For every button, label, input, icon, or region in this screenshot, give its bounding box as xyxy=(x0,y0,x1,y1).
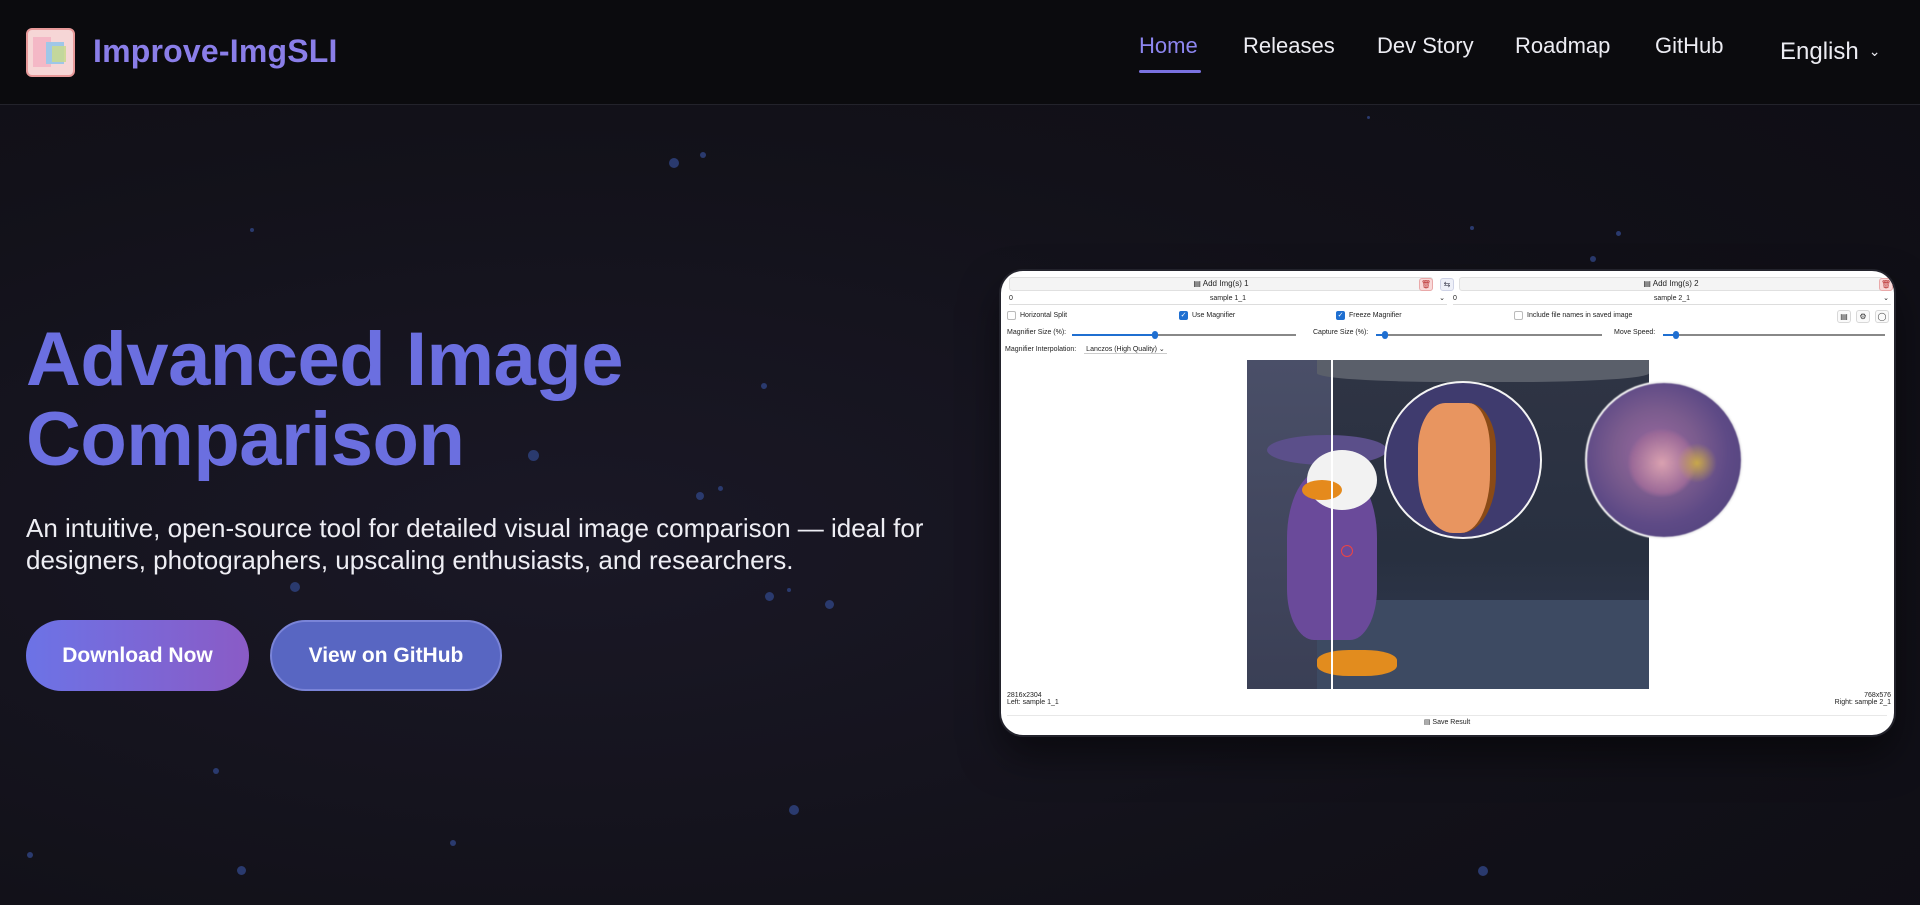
right-image-select[interactable]: 0 sample 2_1 ⌄ xyxy=(1453,294,1891,305)
image-load-row: ▤ Add Img(s) 1 🗑 ⇆ ▤ Add Img(s) 2 🗑 xyxy=(1009,277,1893,291)
move-speed-slider[interactable] xyxy=(1663,331,1885,339)
brand-name[interactable]: Improve-ImgSLI xyxy=(93,33,338,70)
checkbox-label: Use Magnifier xyxy=(1192,312,1236,319)
checkbox-checked: ✓ xyxy=(1179,311,1188,320)
slider-knob[interactable] xyxy=(1382,331,1388,339)
interpolation-value: Lanczos (High Quality) xyxy=(1086,346,1157,353)
hero-description: An intuitive, open-source tool for detai… xyxy=(26,513,924,575)
save-result-label: Save Result xyxy=(1432,719,1471,726)
right-resolution: 768x576 xyxy=(1864,692,1891,699)
view-github-button[interactable]: View on GitHub xyxy=(270,620,502,691)
checkbox-box xyxy=(1007,311,1016,320)
move-speed-label: Move Speed: xyxy=(1614,329,1656,336)
left-image-name: sample 1_1 xyxy=(1209,295,1247,302)
capture-marker[interactable] xyxy=(1341,545,1353,557)
logo-layer xyxy=(52,46,66,62)
download-button[interactable]: Download Now xyxy=(26,620,249,691)
nav-roadmap[interactable]: Roadmap xyxy=(1515,33,1610,59)
horizontal-split-checkbox[interactable]: Horizontal Split xyxy=(1007,311,1067,320)
app-logo[interactable] xyxy=(26,28,75,77)
trash-icon[interactable]: 🗑 xyxy=(1419,278,1433,291)
checkbox-label: Include file names in saved image xyxy=(1527,312,1633,319)
capture-size-slider[interactable] xyxy=(1376,331,1602,339)
hero-title-line2: Comparison xyxy=(26,397,465,482)
checkbox-box xyxy=(1514,311,1523,320)
language-select[interactable]: English ⌄ xyxy=(1780,38,1880,66)
left-image-select[interactable]: 0 sample 1_1 ⌄ xyxy=(1009,294,1447,305)
magnifier-size-label: Magnifier Size (%): xyxy=(1007,329,1067,336)
nav-active-indicator xyxy=(1139,70,1201,73)
add-images-2-label: Add Img(s) 2 xyxy=(1652,279,1699,288)
slider-fill xyxy=(1072,334,1154,336)
nav-home[interactable]: Home xyxy=(1139,33,1198,59)
site-header: Improve-ImgSLI Home Releases Dev Story R… xyxy=(0,0,1920,105)
save-icon[interactable]: ▤ xyxy=(1837,310,1851,323)
use-magnifier-checkbox[interactable]: ✓ Use Magnifier xyxy=(1179,311,1235,320)
nav-dev-story[interactable]: Dev Story xyxy=(1377,33,1474,59)
language-label: English xyxy=(1780,38,1859,65)
interpolation-label: Magnifier Interpolation: xyxy=(1005,346,1077,353)
app-screenshot: ▤ Add Img(s) 1 🗑 ⇆ ▤ Add Img(s) 2 🗑 0 sa… xyxy=(1001,271,1894,735)
split-line-handle[interactable] xyxy=(1331,360,1333,689)
magnifier-size-slider[interactable] xyxy=(1072,331,1296,339)
capture-size-label: Capture Size (%): xyxy=(1313,329,1369,336)
right-caption: Right: sample 2_1 xyxy=(1834,699,1891,706)
add-images-1-label: Add Img(s) 1 xyxy=(1202,279,1249,288)
left-resolution: 2816x2304 xyxy=(1007,692,1042,699)
slider-knob[interactable] xyxy=(1673,331,1679,339)
freeze-magnifier-checkbox[interactable]: ✓ Freeze Magnifier xyxy=(1336,311,1402,320)
checkbox-label: Freeze Magnifier xyxy=(1349,312,1402,319)
swap-icon[interactable]: ⇆ xyxy=(1440,278,1454,291)
add-images-2-button[interactable]: ▤ Add Img(s) 2 xyxy=(1459,277,1883,291)
sliders-row: Magnifier Size (%): Capture Size (%): Mo… xyxy=(1005,329,1890,341)
magnifier-left xyxy=(1384,381,1542,539)
help-icon[interactable]: ◯ xyxy=(1875,310,1889,323)
chevron-down-icon: ⌄ xyxy=(1439,295,1445,302)
gear-icon[interactable]: ⚙ xyxy=(1856,310,1870,323)
chevron-down-icon: ⌄ xyxy=(1868,43,1881,59)
hero-title-line1: Advanced Image xyxy=(26,317,624,402)
save-result-button[interactable]: ▤ Save Result xyxy=(1007,715,1887,729)
image-select-row: 0 sample 1_1 ⌄ 0 sample 2_1 ⌄ xyxy=(1009,294,1891,305)
add-images-1-button[interactable]: ▤ Add Img(s) 1 xyxy=(1009,277,1433,291)
right-image-name: sample 2_1 xyxy=(1653,295,1691,302)
left-caption: Left: sample 1_1 xyxy=(1007,699,1059,706)
interpolation-select[interactable]: Lanczos (High Quality) ⌄ xyxy=(1084,346,1167,354)
hero-title: Advanced Image Comparison xyxy=(26,320,786,480)
image-info: 2816x2304 Left: sample 1_1 768x576 Right… xyxy=(1007,692,1891,714)
trash-icon[interactable]: 🗑 xyxy=(1879,278,1893,291)
checkbox-label: Horizontal Split xyxy=(1020,312,1068,319)
chevron-down-icon: ⌄ xyxy=(1883,295,1889,302)
nav-github[interactable]: GitHub xyxy=(1655,33,1723,59)
include-names-checkbox[interactable]: Include file names in saved image xyxy=(1514,311,1632,320)
checkbox-checked: ✓ xyxy=(1336,311,1345,320)
interpolation-row: Magnifier Interpolation: Lanczos (High Q… xyxy=(1005,345,1167,357)
nav-releases[interactable]: Releases xyxy=(1243,33,1335,59)
slider-knob[interactable] xyxy=(1152,331,1158,339)
options-row: Horizontal Split ✓ Use Magnifier ✓ Freeze … xyxy=(1005,310,1890,323)
magnifier-right xyxy=(1585,381,1743,539)
